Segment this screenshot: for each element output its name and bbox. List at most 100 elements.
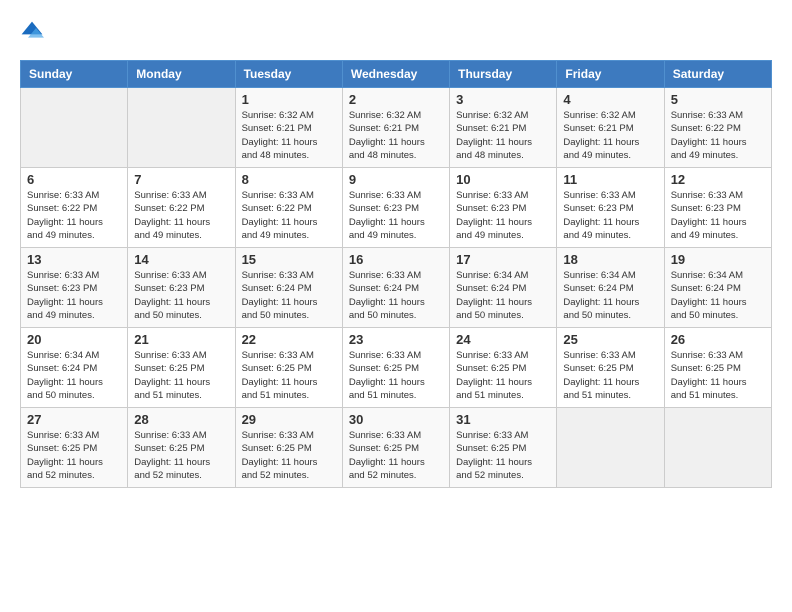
day-number: 21 bbox=[134, 332, 228, 347]
calendar-cell: 24 Sunrise: 6:33 AM Sunset: 6:25 PM Dayli… bbox=[450, 328, 557, 408]
day-info: Sunrise: 6:33 AM Sunset: 6:22 PM Dayligh… bbox=[134, 189, 228, 242]
day-info: Sunrise: 6:33 AM Sunset: 6:25 PM Dayligh… bbox=[242, 349, 336, 402]
day-info: Sunrise: 6:33 AM Sunset: 6:23 PM Dayligh… bbox=[563, 189, 657, 242]
day-number: 27 bbox=[27, 412, 121, 427]
calendar-cell: 13 Sunrise: 6:33 AM Sunset: 6:23 PM Dayli… bbox=[21, 248, 128, 328]
day-number: 11 bbox=[563, 172, 657, 187]
day-info: Sunrise: 6:33 AM Sunset: 6:25 PM Dayligh… bbox=[349, 349, 443, 402]
day-number: 31 bbox=[456, 412, 550, 427]
day-number: 29 bbox=[242, 412, 336, 427]
day-number: 23 bbox=[349, 332, 443, 347]
day-number: 9 bbox=[349, 172, 443, 187]
day-info: Sunrise: 6:32 AM Sunset: 6:21 PM Dayligh… bbox=[242, 109, 336, 162]
day-number: 15 bbox=[242, 252, 336, 267]
day-number: 1 bbox=[242, 92, 336, 107]
calendar-cell: 16Sunrise: 6:33 AM Sunset: 6:24 PM Dayli… bbox=[342, 248, 449, 328]
day-number: 19 bbox=[671, 252, 765, 267]
day-info: Sunrise: 6:33 AM Sunset: 6:22 PM Dayligh… bbox=[27, 189, 121, 242]
day-info: Sunrise: 6:34 AM Sunset: 6:24 PM Dayligh… bbox=[456, 269, 550, 322]
calendar-header-row: SundayMondayTuesdayWednesdayThursdayFrid… bbox=[21, 61, 772, 88]
calendar-cell: 22 Sunrise: 6:33 AM Sunset: 6:25 PM Dayli… bbox=[235, 328, 342, 408]
day-info: Sunrise: 6:34 AM Sunset: 6:24 PM Dayligh… bbox=[27, 349, 121, 402]
day-number: 6 bbox=[27, 172, 121, 187]
day-number: 20 bbox=[27, 332, 121, 347]
day-info: Sunrise: 6:33 AM Sunset: 6:25 PM Dayligh… bbox=[134, 349, 228, 402]
day-info: Sunrise: 6:33 AM Sunset: 6:24 PM Dayligh… bbox=[242, 269, 336, 322]
day-number: 13 bbox=[27, 252, 121, 267]
day-info: Sunrise: 6:34 AM Sunset: 6:24 PM Dayligh… bbox=[563, 269, 657, 322]
calendar-cell: 14 Sunrise: 6:33 AM Sunset: 6:23 PM Dayli… bbox=[128, 248, 235, 328]
day-number: 25 bbox=[563, 332, 657, 347]
calendar-cell: 11 Sunrise: 6:33 AM Sunset: 6:23 PM Dayli… bbox=[557, 168, 664, 248]
day-number: 12 bbox=[671, 172, 765, 187]
day-info: Sunrise: 6:33 AM Sunset: 6:23 PM Dayligh… bbox=[671, 189, 765, 242]
calendar-cell bbox=[557, 408, 664, 488]
day-info: Sunrise: 6:33 AM Sunset: 6:24 PM Dayligh… bbox=[349, 269, 443, 322]
day-info: Sunrise: 6:33 AM Sunset: 6:25 PM Dayligh… bbox=[456, 429, 550, 482]
calendar-cell: 5Sunrise: 6:33 AM Sunset: 6:22 PM Daylig… bbox=[664, 88, 771, 168]
day-info: Sunrise: 6:32 AM Sunset: 6:21 PM Dayligh… bbox=[456, 109, 550, 162]
weekday-header: Thursday bbox=[450, 61, 557, 88]
day-info: Sunrise: 6:32 AM Sunset: 6:21 PM Dayligh… bbox=[563, 109, 657, 162]
calendar-cell: 25 Sunrise: 6:33 AM Sunset: 6:25 PM Dayli… bbox=[557, 328, 664, 408]
calendar-cell: 27 Sunrise: 6:33 AM Sunset: 6:25 PM Dayli… bbox=[21, 408, 128, 488]
weekday-header: Saturday bbox=[664, 61, 771, 88]
calendar-cell: 21 Sunrise: 6:33 AM Sunset: 6:25 PM Dayli… bbox=[128, 328, 235, 408]
day-info: Sunrise: 6:33 AM Sunset: 6:22 PM Dayligh… bbox=[242, 189, 336, 242]
calendar-cell: 1 Sunrise: 6:32 AM Sunset: 6:21 PM Daylig… bbox=[235, 88, 342, 168]
day-info: Sunrise: 6:33 AM Sunset: 6:25 PM Dayligh… bbox=[563, 349, 657, 402]
calendar-cell bbox=[664, 408, 771, 488]
calendar-cell: 12 Sunrise: 6:33 AM Sunset: 6:23 PM Dayli… bbox=[664, 168, 771, 248]
calendar-week-row: 6 Sunrise: 6:33 AM Sunset: 6:22 PM Daylig… bbox=[21, 168, 772, 248]
day-number: 7 bbox=[134, 172, 228, 187]
logo bbox=[20, 20, 48, 44]
calendar-cell: 28 Sunrise: 6:33 AM Sunset: 6:25 PM Dayli… bbox=[128, 408, 235, 488]
day-number: 26 bbox=[671, 332, 765, 347]
calendar-cell: 6 Sunrise: 6:33 AM Sunset: 6:22 PM Daylig… bbox=[21, 168, 128, 248]
calendar-cell: 18 Sunrise: 6:34 AM Sunset: 6:24 PM Dayli… bbox=[557, 248, 664, 328]
page-header bbox=[20, 20, 772, 44]
day-number: 24 bbox=[456, 332, 550, 347]
day-number: 8 bbox=[242, 172, 336, 187]
day-number: 28 bbox=[134, 412, 228, 427]
day-number: 22 bbox=[242, 332, 336, 347]
calendar-cell: 8 Sunrise: 6:33 AM Sunset: 6:22 PM Daylig… bbox=[235, 168, 342, 248]
calendar-cell: 2Sunrise: 6:32 AM Sunset: 6:21 PM Daylig… bbox=[342, 88, 449, 168]
day-info: Sunrise: 6:33 AM Sunset: 6:25 PM Dayligh… bbox=[456, 349, 550, 402]
weekday-header: Monday bbox=[128, 61, 235, 88]
calendar-cell: 17 Sunrise: 6:34 AM Sunset: 6:24 PM Dayli… bbox=[450, 248, 557, 328]
day-info: Sunrise: 6:33 AM Sunset: 6:25 PM Dayligh… bbox=[27, 429, 121, 482]
day-info: Sunrise: 6:33 AM Sunset: 6:25 PM Dayligh… bbox=[134, 429, 228, 482]
weekday-header: Wednesday bbox=[342, 61, 449, 88]
day-info: Sunrise: 6:33 AM Sunset: 6:25 PM Dayligh… bbox=[349, 429, 443, 482]
day-info: Sunrise: 6:33 AM Sunset: 6:22 PM Dayligh… bbox=[671, 109, 765, 162]
day-number: 18 bbox=[563, 252, 657, 267]
day-number: 4 bbox=[563, 92, 657, 107]
day-number: 3 bbox=[456, 92, 550, 107]
calendar-cell: 7 Sunrise: 6:33 AM Sunset: 6:22 PM Daylig… bbox=[128, 168, 235, 248]
day-info: Sunrise: 6:33 AM Sunset: 6:25 PM Dayligh… bbox=[671, 349, 765, 402]
weekday-header: Sunday bbox=[21, 61, 128, 88]
logo-icon bbox=[20, 20, 44, 44]
day-number: 17 bbox=[456, 252, 550, 267]
day-info: Sunrise: 6:33 AM Sunset: 6:23 PM Dayligh… bbox=[134, 269, 228, 322]
day-info: Sunrise: 6:34 AM Sunset: 6:24 PM Dayligh… bbox=[671, 269, 765, 322]
day-info: Sunrise: 6:33 AM Sunset: 6:23 PM Dayligh… bbox=[27, 269, 121, 322]
calendar-cell: 19 Sunrise: 6:34 AM Sunset: 6:24 PM Dayli… bbox=[664, 248, 771, 328]
calendar-week-row: 1 Sunrise: 6:32 AM Sunset: 6:21 PM Daylig… bbox=[21, 88, 772, 168]
weekday-header: Friday bbox=[557, 61, 664, 88]
calendar-table: SundayMondayTuesdayWednesdayThursdayFrid… bbox=[20, 60, 772, 488]
day-info: Sunrise: 6:33 AM Sunset: 6:23 PM Dayligh… bbox=[349, 189, 443, 242]
day-info: Sunrise: 6:32 AM Sunset: 6:21 PM Dayligh… bbox=[349, 109, 443, 162]
day-number: 10 bbox=[456, 172, 550, 187]
calendar-week-row: 20 Sunrise: 6:34 AM Sunset: 6:24 PM Dayli… bbox=[21, 328, 772, 408]
calendar-cell: 3 Sunrise: 6:32 AM Sunset: 6:21 PM Daylig… bbox=[450, 88, 557, 168]
calendar-cell bbox=[21, 88, 128, 168]
calendar-cell: 9 Sunrise: 6:33 AM Sunset: 6:23 PM Daylig… bbox=[342, 168, 449, 248]
calendar-cell: 4 Sunrise: 6:32 AM Sunset: 6:21 PM Daylig… bbox=[557, 88, 664, 168]
day-info: Sunrise: 6:33 AM Sunset: 6:25 PM Dayligh… bbox=[242, 429, 336, 482]
day-number: 14 bbox=[134, 252, 228, 267]
calendar-cell: 26 Sunrise: 6:33 AM Sunset: 6:25 PM Dayli… bbox=[664, 328, 771, 408]
calendar-cell: 15 Sunrise: 6:33 AM Sunset: 6:24 PM Dayli… bbox=[235, 248, 342, 328]
calendar-cell: 23 Sunrise: 6:33 AM Sunset: 6:25 PM Dayli… bbox=[342, 328, 449, 408]
